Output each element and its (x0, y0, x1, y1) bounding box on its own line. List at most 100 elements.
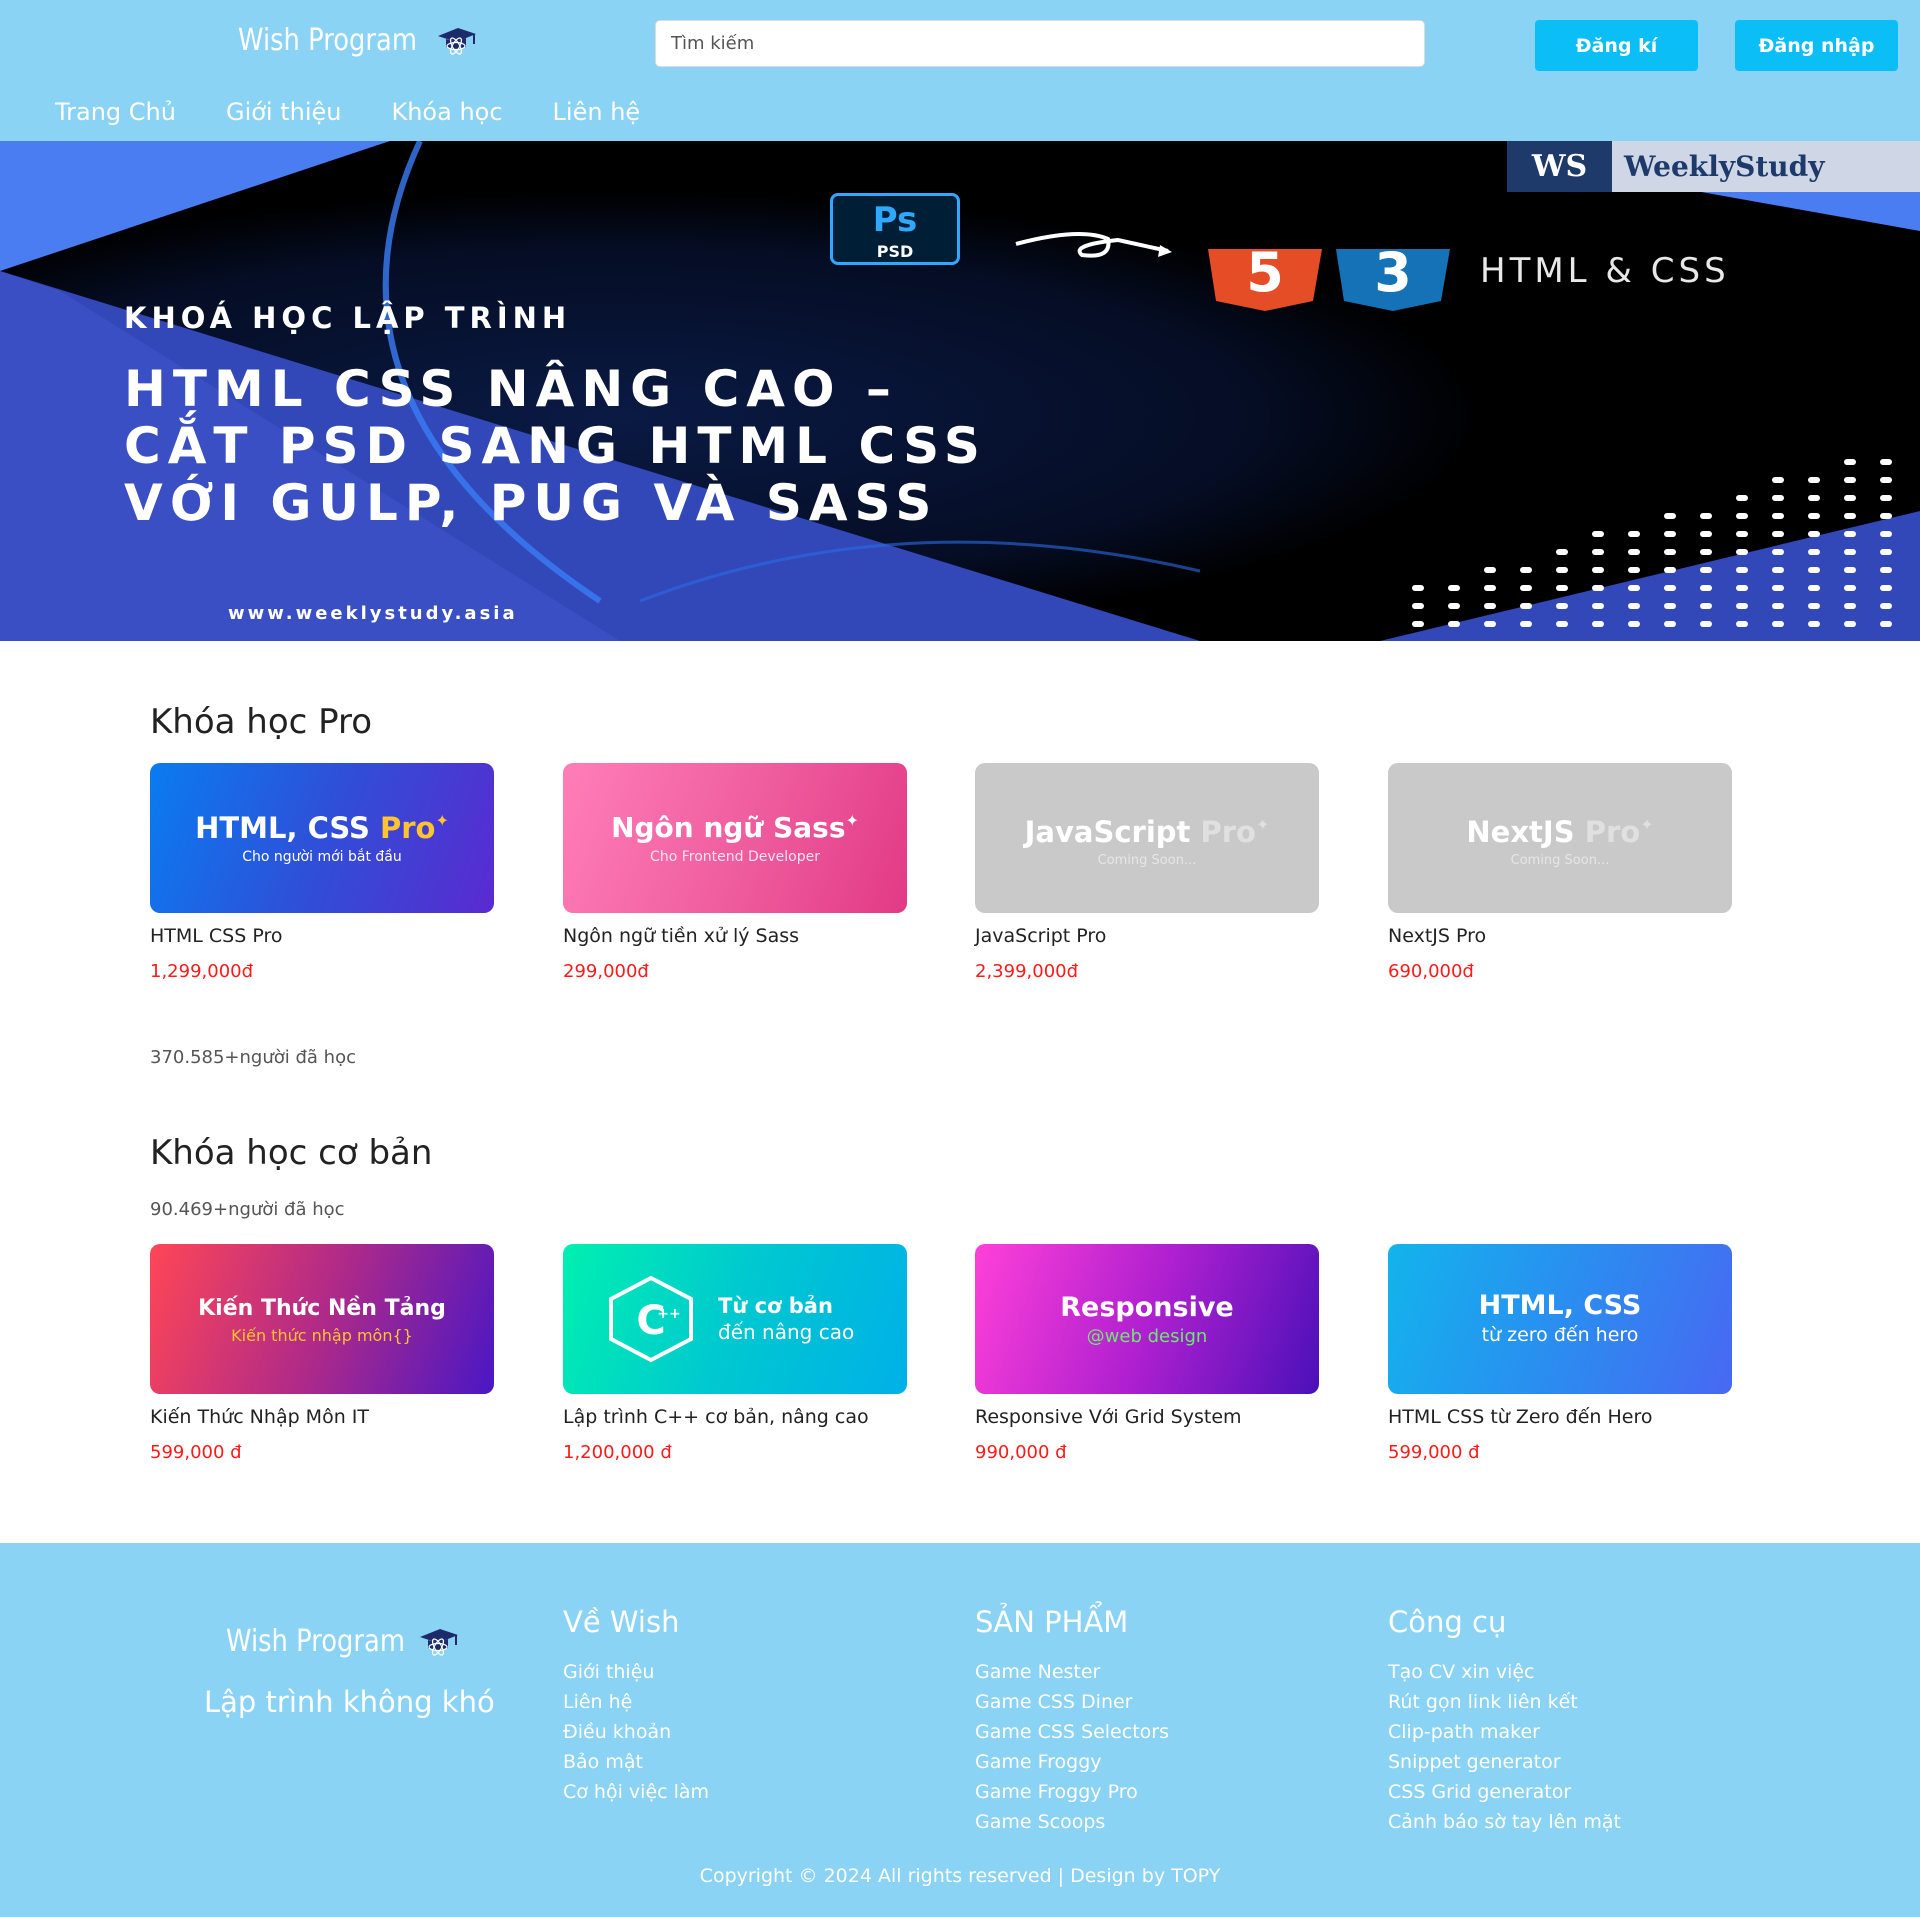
thumb-title-main: HTML, CSS (195, 811, 370, 845)
banner-title: HTML CSS NÂNG CAO – CẮT PSD SANG HTML CS… (124, 361, 987, 532)
footer-logo[interactable]: Wish Program (226, 1623, 460, 1659)
graduation-cap-icon (438, 28, 477, 55)
course-price: 299,000đ (563, 961, 649, 982)
footer-link[interactable]: Game Froggy Pro (975, 1777, 1169, 1807)
nav-contact[interactable]: Liên hệ (553, 98, 641, 126)
thumb-title: HTML, CSS Pro✦ (150, 811, 494, 845)
thumb-title-main: JavaScript (1024, 815, 1191, 849)
course-thumbnail[interactable]: C ++ Từ cơ bản đến nâng cao (563, 1244, 907, 1394)
course-thumbnail[interactable]: JavaScript Pro✦ Coming Soon... (975, 763, 1319, 913)
nav-courses[interactable]: Khóa học (391, 98, 502, 126)
footer-link[interactable]: Rút gọn link liên kết (1388, 1687, 1621, 1717)
course-name[interactable]: HTML CSS Pro (150, 925, 494, 947)
svg-text:++: ++ (657, 1306, 680, 1322)
course-name[interactable]: Ngôn ngữ tiền xử lý Sass (563, 925, 907, 947)
course-price: 2,399,000đ (975, 961, 1079, 982)
banner-subtitle: KHOÁ HỌC LẬP TRÌNH (124, 301, 572, 335)
course-price: 1,200,000 đ (563, 1442, 672, 1463)
course-name[interactable]: Responsive Với Grid System (975, 1406, 1319, 1428)
course-price: 990,000 đ (975, 1442, 1067, 1463)
footer-link[interactable]: Bảo mật (563, 1747, 709, 1777)
footer-col-tools: Công cụ Tạo CV xin việc Rút gọn link liê… (1388, 1605, 1621, 1837)
footer-link[interactable]: Cảnh báo sờ tay lên mặt (1388, 1807, 1621, 1837)
footer-link[interactable]: Snippet generator (1388, 1747, 1621, 1777)
footer-slogan: Lập trình không khó (204, 1685, 495, 1719)
thumb-title: Responsive (1060, 1292, 1234, 1323)
course-card[interactable]: HTML, CSS Pro✦ Cho người mới bắt đầu HTM… (150, 763, 494, 982)
course-thumbnail[interactable]: HTML, CSS từ zero đến hero (1388, 1244, 1732, 1394)
nav-home[interactable]: Trang Chủ (55, 98, 176, 126)
thumb-subtitle: từ zero đến hero (1481, 1324, 1639, 1346)
course-card[interactable]: C ++ Từ cơ bản đến nâng cao Lập trình C+… (563, 1244, 907, 1463)
footer-link[interactable]: Game CSS Selectors (975, 1717, 1169, 1747)
thumb-title-accent: Pro (380, 811, 436, 845)
course-price: 599,000 đ (150, 1442, 242, 1463)
footer-link[interactable]: Game Nester (975, 1657, 1169, 1687)
footer-link[interactable]: Liên hệ (563, 1687, 709, 1717)
course-card[interactable]: NextJS Pro✦ Coming Soon... NextJS Pro 69… (1388, 763, 1732, 982)
course-card[interactable]: Responsive @web design Responsive Với Gr… (975, 1244, 1319, 1463)
footer-copyright: Copyright © 2024 All rights reserved | D… (699, 1865, 1221, 1887)
site-logo[interactable]: Wish Program (238, 22, 478, 58)
footer-link[interactable]: CSS Grid generator (1388, 1777, 1621, 1807)
banner-url: www.weeklystudy.asia (228, 603, 518, 624)
sparkle-icon: ✦ (435, 811, 449, 830)
nav-about[interactable]: Giới thiệu (226, 98, 342, 126)
footer-link[interactable]: Game Froggy (975, 1747, 1169, 1777)
footer-col-products: SẢN PHẨM Game Nester Game CSS Diner Game… (975, 1605, 1169, 1837)
thumb-title: Từ cơ bản (718, 1294, 833, 1318)
main-nav: Trang Chủ Giới thiệu Khóa học Liên hệ (55, 98, 640, 126)
thumb-subtitle: đến nâng cao (718, 1320, 855, 1344)
thumb-subtitle: Cho Frontend Developer (650, 849, 820, 865)
pro-section-title: Khóa học Pro (150, 702, 373, 742)
thumb-title-accent: Pro (1584, 815, 1641, 849)
course-name[interactable]: NextJS Pro (1388, 925, 1732, 947)
footer-link[interactable]: Clip-path maker (1388, 1717, 1621, 1747)
footer-logo-text: Wish Program (226, 1623, 405, 1659)
sparkle-icon: ✦ (1640, 815, 1654, 834)
footer-heading: SẢN PHẨM (975, 1605, 1129, 1639)
footer-link[interactable]: Giới thiệu (563, 1657, 709, 1687)
course-thumbnail[interactable]: HTML, CSS Pro✦ Cho người mới bắt đầu (150, 763, 494, 913)
course-name[interactable]: Lập trình C++ cơ bản, nâng cao (563, 1406, 907, 1428)
footer-link[interactable]: Game Scoops (975, 1807, 1169, 1837)
thumb-subtitle: Kiến thức nhập môn{} (231, 1326, 413, 1345)
footer-link[interactable]: Tạo CV xin việc (1388, 1657, 1621, 1687)
course-price: 599,000 đ (1388, 1442, 1480, 1463)
course-card[interactable]: HTML, CSS từ zero đến hero HTML CSS từ Z… (1388, 1244, 1732, 1463)
course-thumbnail[interactable]: NextJS Pro✦ Coming Soon... (1388, 763, 1732, 913)
course-card[interactable]: Ngôn ngữ Sass✦ Cho Frontend Developer Ng… (563, 763, 907, 982)
logo-text: Wish Program (238, 22, 417, 58)
course-card[interactable]: Kiến Thức Nền Tảng Kiến thức nhập môn{} … (150, 1244, 494, 1463)
course-name[interactable]: Kiến Thức Nhập Môn IT (150, 1406, 494, 1428)
course-thumbnail[interactable]: Responsive @web design (975, 1244, 1319, 1394)
banner-title-line: HTML CSS NÂNG CAO – (124, 360, 898, 418)
cpp-icon: C ++ (609, 1275, 693, 1363)
ws-mark: WS (1507, 141, 1612, 192)
footer-link[interactable]: Game CSS Diner (975, 1687, 1169, 1717)
search-input[interactable] (655, 20, 1425, 67)
course-price: 1,299,000đ (150, 961, 254, 982)
site-header: Wish Program Đăng kí Đăng nhập Trang Chủ… (0, 0, 1920, 141)
course-name[interactable]: JavaScript Pro (975, 925, 1319, 947)
course-thumbnail[interactable]: Ngôn ngữ Sass✦ Cho Frontend Developer (563, 763, 907, 913)
sparkle-icon: ✦ (1255, 815, 1270, 834)
login-button[interactable]: Đăng nhập (1735, 20, 1898, 71)
banner-title-line: VỚI GULP, PUG VÀ SASS (124, 474, 939, 532)
footer-heading: Công cụ (1388, 1605, 1507, 1639)
course-thumbnail[interactable]: Kiến Thức Nền Tảng Kiến thức nhập môn{} (150, 1244, 494, 1394)
footer-link[interactable]: Điều khoản (563, 1717, 709, 1747)
thumb-title-main: NextJS (1466, 815, 1575, 849)
register-button[interactable]: Đăng kí (1535, 20, 1698, 71)
course-price: 690,000đ (1388, 961, 1474, 982)
hero-banner[interactable]: WS WeeklyStudy Ps PSD 5 3 HTML & CSS KHO… (0, 141, 1920, 641)
banner-tech-label: HTML & CSS (1480, 251, 1730, 291)
ps-big: Ps (872, 200, 918, 240)
course-card[interactable]: JavaScript Pro✦ Coming Soon... JavaScrip… (975, 763, 1319, 982)
footer-link[interactable]: Cơ hội việc làm (563, 1777, 709, 1807)
basic-learners-count: 90.469+người đã học (150, 1199, 345, 1220)
html5-icon: 5 (1246, 241, 1284, 304)
thumb-title: JavaScript Pro✦ (975, 815, 1319, 849)
site-footer: Wish Program Lập trình không khó Về Wish… (0, 1543, 1920, 1917)
course-name[interactable]: HTML CSS từ Zero đến Hero (1388, 1406, 1732, 1428)
